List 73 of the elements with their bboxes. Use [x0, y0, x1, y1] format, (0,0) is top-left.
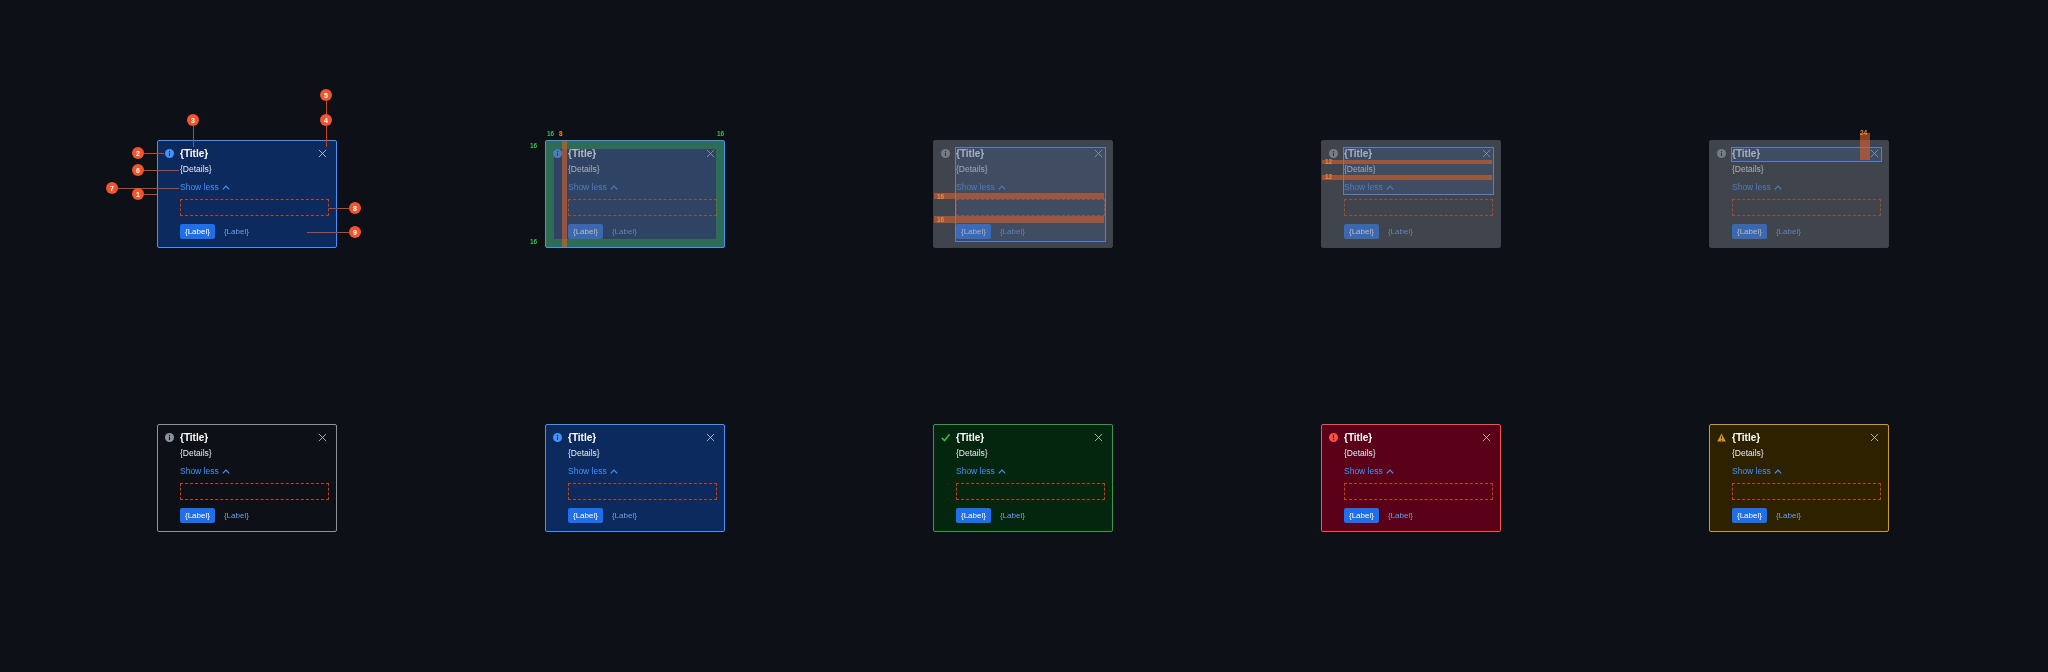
close-icon[interactable] [318, 433, 327, 442]
show-less-link[interactable]: Show less [956, 465, 1006, 477]
close-icon[interactable] [1482, 433, 1491, 442]
info-icon [165, 149, 174, 158]
leader-line [326, 101, 327, 114]
notification-details: {Details} [1344, 448, 1376, 459]
show-less-link[interactable]: Show less [1732, 181, 1782, 193]
info-icon [553, 149, 562, 158]
secondary-button[interactable]: {Label} [223, 227, 249, 236]
notification-title: {Title} [180, 148, 209, 159]
primary-button[interactable]: {Label} [1344, 508, 1379, 523]
show-less-link[interactable]: Show less [180, 181, 230, 193]
notification-details: {Details} [568, 164, 600, 175]
primary-button[interactable]: {Label} [568, 508, 603, 523]
notification-details: {Details} [1344, 164, 1376, 175]
leader-line [144, 153, 164, 154]
leader-line [144, 170, 179, 171]
secondary-button[interactable]: {Label} [1775, 511, 1801, 520]
leader-line [329, 208, 349, 209]
notification-details: {Details} [956, 448, 988, 459]
notification-title: {Title} [568, 432, 597, 443]
show-less-link[interactable]: Show less [568, 181, 618, 193]
warning-icon [1717, 433, 1726, 442]
primary-button[interactable]: {Label} [956, 224, 991, 239]
primary-button[interactable]: {Label} [1732, 508, 1767, 523]
close-icon[interactable] [1870, 433, 1879, 442]
notification-details: {Details} [568, 448, 600, 459]
info-icon [1329, 149, 1338, 158]
notification-title: {Title} [1732, 432, 1761, 443]
primary-button[interactable]: {Label} [180, 224, 215, 239]
leader-line [118, 188, 179, 189]
leader-line [144, 194, 157, 195]
error-icon [1329, 433, 1338, 442]
info-icon [941, 149, 950, 158]
notification-title: {Title} [1344, 432, 1373, 443]
show-less-link[interactable]: Show less [1732, 465, 1782, 477]
notification-details: {Details} [956, 164, 988, 175]
secondary-button[interactable]: {Label} [1775, 227, 1801, 236]
notification-details: {Details} [1732, 448, 1764, 459]
show-less-link[interactable]: Show less [180, 465, 230, 477]
show-less-link[interactable]: Show less [568, 465, 618, 477]
primary-button[interactable]: {Label} [568, 224, 603, 239]
close-icon[interactable] [318, 149, 327, 158]
leader-line [307, 232, 349, 233]
info-icon [165, 433, 174, 442]
secondary-button[interactable]: {Label} [611, 227, 637, 236]
show-less-link[interactable]: Show less [1344, 465, 1394, 477]
secondary-button[interactable]: {Label} [999, 511, 1025, 520]
notification-title: {Title} [1732, 148, 1761, 159]
close-icon[interactable] [706, 433, 715, 442]
notification-title: {Title} [568, 148, 597, 159]
leader-line [326, 126, 327, 147]
secondary-button[interactable]: {Label} [1387, 511, 1413, 520]
leader-line [193, 126, 194, 147]
checkmark-icon [941, 433, 950, 442]
notification-title: {Title} [956, 432, 985, 443]
secondary-button[interactable]: {Label} [1387, 227, 1413, 236]
primary-button[interactable]: {Label} [956, 508, 991, 523]
notification-title: {Title} [180, 432, 209, 443]
notification-title: {Title} [956, 148, 985, 159]
notification-details: {Details} [180, 164, 212, 175]
secondary-button[interactable]: {Label} [611, 511, 637, 520]
notification-details: {Details} [180, 448, 212, 459]
primary-button[interactable]: {Label} [1344, 224, 1379, 239]
size-highlight [1860, 133, 1870, 160]
primary-button[interactable]: {Label} [180, 508, 215, 523]
info-icon [553, 433, 562, 442]
info-icon [1717, 149, 1726, 158]
primary-button[interactable]: {Label} [1732, 224, 1767, 239]
notification-title: {Title} [1344, 148, 1373, 159]
secondary-button[interactable]: {Label} [223, 511, 249, 520]
notification-details: {Details} [1732, 164, 1764, 175]
close-icon[interactable] [1094, 433, 1103, 442]
